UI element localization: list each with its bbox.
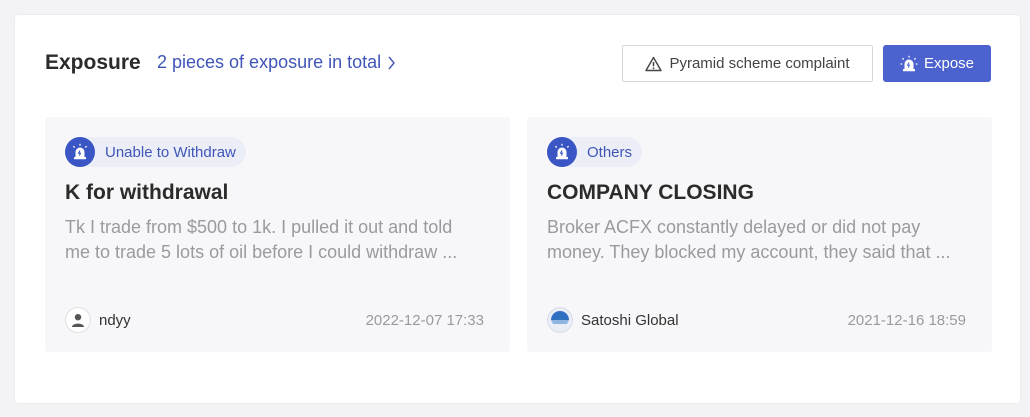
author-name: Satoshi Global bbox=[581, 311, 679, 329]
card-excerpt-line: Broker ACFX constantly delayed or did no… bbox=[547, 217, 921, 237]
pyramid-complaint-button[interactable]: Pyramid scheme complaint bbox=[622, 45, 873, 82]
category-tag-label: Unable to Withdraw bbox=[105, 143, 236, 161]
card-date: 2022-12-07 17:33 bbox=[365, 312, 484, 329]
chevron-right-icon bbox=[388, 56, 396, 69]
card-excerpt-line: money. They blocked my account, they sai… bbox=[547, 242, 951, 262]
category-tag: Others bbox=[547, 137, 643, 167]
expose-button[interactable]: Expose bbox=[883, 45, 991, 82]
card-author[interactable]: ndyy bbox=[65, 307, 131, 333]
exposure-count-link[interactable]: 2 pieces of exposure in total bbox=[157, 52, 396, 73]
author-name: ndyy bbox=[99, 311, 131, 329]
company-logo-icon bbox=[547, 307, 573, 333]
alarm-light-icon bbox=[900, 55, 918, 71]
section-title: Exposure bbox=[45, 51, 141, 74]
card-excerpt-line: Tk I trade from $500 to 1k. I pulled it … bbox=[65, 217, 453, 237]
category-tag: Unable to Withdraw bbox=[65, 137, 246, 167]
card-date: 2021-12-16 18:59 bbox=[847, 312, 966, 329]
pyramid-complaint-label: Pyramid scheme complaint bbox=[669, 55, 850, 72]
alarm-light-icon bbox=[65, 137, 95, 167]
exposure-panel: Exposure 2 pieces of exposure in total P… bbox=[14, 14, 1021, 404]
card-author[interactable]: Satoshi Global bbox=[547, 307, 679, 333]
warning-icon bbox=[645, 56, 663, 71]
card-excerpt: Tk I trade from $500 to 1k. I pulled it … bbox=[65, 215, 490, 265]
card-title: K for withdrawal bbox=[65, 181, 229, 204]
card-title: COMPANY CLOSING bbox=[547, 181, 754, 204]
expose-label: Expose bbox=[923, 55, 975, 72]
exposure-card[interactable]: Others COMPANY CLOSING Broker ACFX const… bbox=[527, 117, 992, 352]
exposure-card[interactable]: Unable to Withdraw K for withdrawal Tk I… bbox=[45, 117, 510, 352]
user-avatar-icon bbox=[65, 307, 91, 333]
card-excerpt-line: me to trade 5 lots of oil before I could… bbox=[65, 242, 458, 262]
exposure-count-label: 2 pieces of exposure in total bbox=[157, 52, 382, 72]
alarm-light-icon bbox=[547, 137, 577, 167]
card-excerpt: Broker ACFX constantly delayed or did no… bbox=[547, 215, 972, 265]
category-tag-label: Others bbox=[587, 143, 633, 161]
